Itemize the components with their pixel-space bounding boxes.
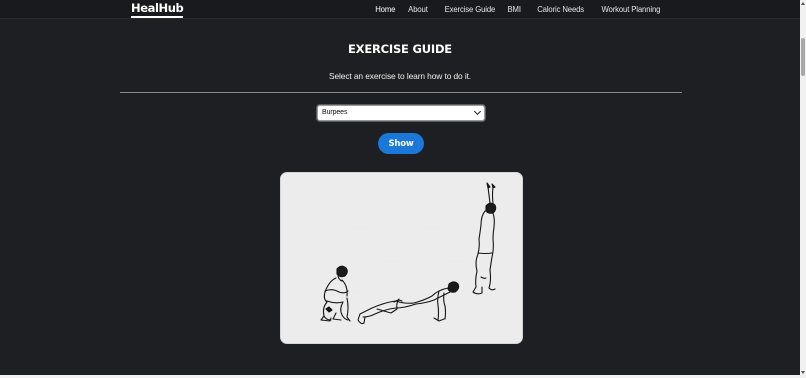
page-subtitle: Select an exercise to learn how to do it… — [328, 71, 472, 81]
svg-text:· · · · ·: · · · · · — [451, 259, 468, 265]
chevron-down-icon — [473, 107, 482, 116]
scroll-up-arrow-icon[interactable] — [801, 2, 805, 5]
nav-link-exercise-guide[interactable]: Exercise Guide — [444, 4, 495, 14]
exercise-select-value: Burpees — [322, 109, 348, 116]
nav-link-caloric-needs[interactable]: Caloric Needs — [537, 4, 584, 14]
nav-link-bmi[interactable]: BMI — [507, 4, 520, 14]
divider — [120, 92, 682, 93]
exercise-select[interactable]: Burpees — [317, 105, 485, 121]
brand-logo[interactable]: HealHub — [131, 2, 184, 18]
scroll-down-arrow-icon[interactable] — [801, 371, 805, 374]
vertical-scrollbar[interactable] — [800, 0, 806, 378]
svg-text:· · · · · ·: · · · · · · — [341, 289, 361, 295]
burpees-illustration: · · · · · · · · · · · · · · · · · · · · … — [320, 182, 497, 325]
exercise-image: · · · · · · · · · · · · · · · · · · · · … — [280, 172, 523, 344]
pushup-figure — [357, 281, 460, 325]
svg-text:· · · · · ·: · · · · · · — [421, 226, 441, 232]
navbar: HealHub Home About Exercise Guide BMI Ca… — [0, 0, 800, 19]
page-title: EXERCISE GUIDE — [348, 42, 452, 56]
nav-links: Home About Exercise Guide BMI Caloric Ne… — [373, 4, 660, 14]
svg-text:· · · · · ·: · · · · · · — [349, 226, 369, 232]
nav-link-workout-planning[interactable]: Workout Planning — [601, 4, 660, 14]
scrollbar-thumb[interactable] — [801, 38, 805, 76]
nav-link-home[interactable]: Home — [375, 4, 395, 14]
nav-link-about[interactable]: About — [408, 4, 428, 14]
jump-figure — [472, 182, 497, 295]
svg-text:· · · · · ·: · · · · · · — [381, 259, 401, 265]
show-button[interactable]: Show — [378, 133, 424, 154]
